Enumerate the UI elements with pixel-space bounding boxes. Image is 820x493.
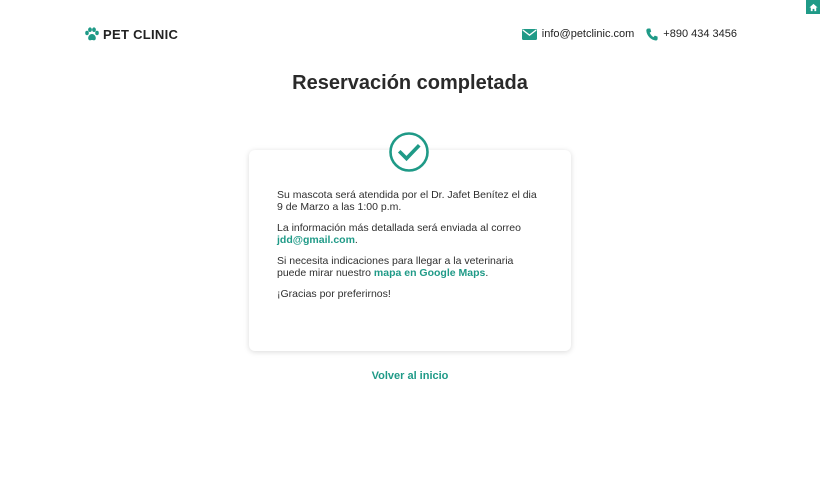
home-icon — [808, 3, 818, 11]
email-contact[interactable]: info@petclinic.com — [521, 28, 635, 40]
brand-name: PET CLINIC — [103, 26, 179, 42]
confirmation-card: Su mascota será atendida por el Dr. Jafe… — [249, 150, 571, 351]
page-title: Reservación completada — [292, 72, 528, 94]
email-info-text: La información más detallada será enviad… — [277, 222, 521, 234]
google-maps-link[interactable]: mapa en Google Maps — [374, 267, 485, 279]
email-text: info@petclinic.com — [541, 28, 635, 40]
thanks-message: ¡Gracias por preferirnos! — [277, 288, 543, 301]
header: PET CLINIC info@petclinic.com +890 434 3… — [84, 24, 737, 44]
phone-contact[interactable]: +890 434 3456 — [646, 28, 737, 41]
phone-text: +890 434 3456 — [663, 28, 737, 40]
thanks-text: ¡Gracias por preferirnos! — [277, 288, 391, 300]
directions-suffix: . — [485, 266, 489, 279]
success-badge — [389, 132, 429, 172]
phone-icon — [646, 28, 658, 41]
appointment-info: Su mascota será atendida por el Dr. Jafe… — [277, 189, 543, 213]
brand-logo[interactable]: PET CLINIC — [84, 27, 178, 42]
home-button[interactable] — [806, 0, 820, 14]
email-info: La información más detallada será enviad… — [277, 222, 543, 246]
email-link[interactable]: jdd@gmail.com — [277, 234, 355, 246]
email-info-suffix: . — [354, 233, 358, 246]
appointment-text: Su mascota será atendida por el Dr. Jafe… — [277, 189, 537, 213]
directions-info: Si necesita indicaciones para llegar a l… — [277, 255, 543, 279]
paw-icon — [85, 26, 99, 40]
back-to-home-link[interactable]: Volver al inicio — [0, 370, 820, 382]
contact-info: info@petclinic.com +890 434 3456 — [521, 28, 737, 41]
envelope-icon — [521, 28, 537, 40]
check-circle-icon — [389, 132, 429, 172]
